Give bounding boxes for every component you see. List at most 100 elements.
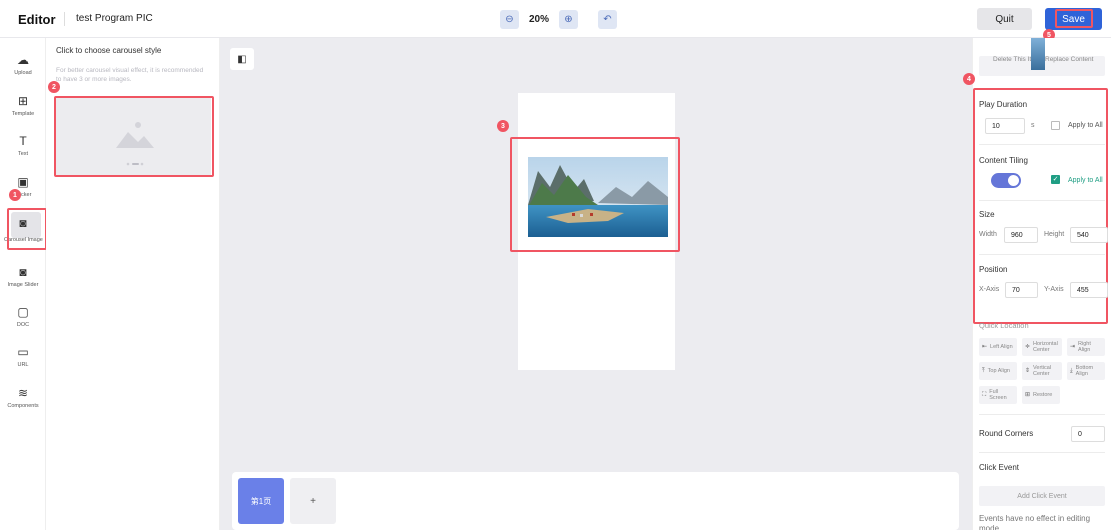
- carousel-highlight: [7, 208, 47, 250]
- annotation-badge-1: 1: [9, 189, 21, 201]
- y-axis-input[interactable]: 455: [1070, 282, 1108, 298]
- vertical-center-icon: ⇕: [1025, 368, 1031, 374]
- y-axis-label: Y-Axis: [1044, 286, 1064, 293]
- sidebar-item-label: Components: [7, 403, 39, 409]
- item-thumbnail[interactable]: [1031, 38, 1045, 70]
- annotation-badge-4: 4: [963, 73, 975, 85]
- horizontal-center-button[interactable]: ≑ Horizontal Center: [1022, 338, 1062, 356]
- sidebar-item-label: DOC: [16, 322, 30, 328]
- divider: [979, 254, 1105, 255]
- zoom-out-button[interactable]: ⊖: [500, 9, 519, 29]
- left-align-icon: ⇤: [982, 344, 988, 350]
- toggle-knob: [1008, 175, 1019, 186]
- round-corners-input[interactable]: 0: [1071, 426, 1105, 442]
- annotation-badge-2: 2: [48, 81, 60, 93]
- zoom-level: 20%: [528, 13, 549, 25]
- divider: [979, 452, 1105, 453]
- height-input[interactable]: 540: [1070, 227, 1108, 243]
- sidebar-item-template[interactable]: ⊞ Template: [0, 93, 46, 117]
- toggle-panel-button[interactable]: ◧: [230, 48, 254, 70]
- width-input[interactable]: 960: [1004, 227, 1038, 243]
- style-option-highlight: [54, 96, 214, 177]
- panel-hint: For better carousel visual effect, it is…: [56, 67, 204, 83]
- quit-button[interactable]: Quit: [977, 8, 1032, 30]
- width-label: Width: [979, 231, 997, 238]
- apply-all-duration-label: Apply to All: [1068, 122, 1103, 129]
- properties-panel: Delete This Item Replace Content Play Du…: [972, 38, 1111, 530]
- components-icon: ≋: [17, 386, 29, 400]
- carousel-style-panel: Click to choose carousel style For bette…: [46, 38, 220, 530]
- sticker-icon: ▣: [17, 175, 29, 189]
- sidebar-item-text[interactable]: T Text: [0, 133, 46, 157]
- round-corners-label: Round Corners: [979, 429, 1034, 438]
- sidebar-item-label: Upload: [14, 70, 32, 76]
- save-highlight: [1055, 9, 1093, 28]
- restore-button[interactable]: ⊞ Restore: [1022, 386, 1060, 404]
- add-page-button[interactable]: +: [290, 478, 336, 524]
- divider: [979, 144, 1105, 145]
- page-tab[interactable]: 第1页: [238, 478, 284, 524]
- add-click-event-button[interactable]: Add Click Event: [979, 486, 1105, 506]
- sidebar-item-doc[interactable]: ▢ DOC: [0, 304, 46, 328]
- image-element-highlight: [510, 137, 680, 252]
- page-strip: 第1页 +: [232, 472, 959, 530]
- vertical-center-button[interactable]: ⇕ Vertical Center: [1022, 362, 1062, 380]
- sidebar-item-components[interactable]: ≋ Components: [0, 385, 46, 409]
- project-title[interactable]: test Program PIC: [76, 13, 153, 24]
- divider: [979, 200, 1105, 201]
- right-align-button[interactable]: ⇥ Right Align: [1067, 338, 1105, 356]
- top-bar: Editor test Program PIC ⊖ 20% ⊕ ↶ Quit S…: [0, 0, 1111, 38]
- duration-unit: s: [1031, 122, 1035, 129]
- app-brand: Editor: [18, 12, 56, 27]
- play-duration-label: Play Duration: [979, 100, 1028, 109]
- top-align-icon: ⤒: [982, 368, 985, 374]
- sidebar-item-sticker[interactable]: ▣ Sticker: [0, 174, 46, 198]
- editor-canvas: ◧ 第1页 +: [220, 38, 972, 530]
- restore-icon: ⊞: [1025, 392, 1031, 398]
- sidebar-item-image-slider[interactable]: ◙ Image Slider: [0, 264, 46, 288]
- play-duration-input[interactable]: 10: [985, 118, 1025, 134]
- x-axis-label: X-Axis: [979, 286, 1000, 293]
- sidebar-item-label: Image Slider: [7, 282, 39, 288]
- zoom-in-icon: ⊕: [564, 13, 573, 25]
- quick-location-label: Quick Location: [979, 321, 1029, 330]
- replace-content-button[interactable]: Replace Content: [1045, 56, 1093, 64]
- url-icon: ▭: [17, 345, 29, 359]
- annotation-badge-3: 3: [497, 120, 509, 132]
- sidebar-item-label: Template: [11, 111, 35, 117]
- x-axis-input[interactable]: 70: [1005, 282, 1038, 298]
- position-label: Position: [979, 265, 1008, 274]
- sidebar-item-label: Sticker: [14, 192, 32, 198]
- doc-icon: ▢: [17, 305, 29, 319]
- click-event-note: Events have no effect in editing mode: [979, 514, 1091, 530]
- apply-all-tiling-checkbox[interactable]: ✓: [1051, 175, 1060, 184]
- header-divider: [64, 12, 65, 26]
- image-slider-icon: ◙: [19, 265, 27, 279]
- upload-icon: ☁: [17, 53, 29, 67]
- full-screen-button[interactable]: ⛶ Full Screen: [979, 386, 1017, 404]
- panel-toggle-icon: ◧: [237, 53, 247, 65]
- content-tiling-toggle[interactable]: [991, 173, 1021, 188]
- text-icon: T: [19, 134, 27, 148]
- panel-heading: Click to choose carousel style: [56, 46, 162, 55]
- template-icon: ⊞: [17, 94, 29, 108]
- bottom-align-button[interactable]: ⤓ Bottom Align: [1067, 362, 1105, 380]
- sidebar-item-label: URL: [17, 362, 29, 368]
- full-screen-icon: ⛶: [982, 392, 987, 398]
- left-align-button[interactable]: ⇤ Left Align: [979, 338, 1017, 356]
- apply-all-duration-checkbox[interactable]: [1051, 121, 1060, 130]
- zoom-controls: ⊖ 20% ⊕ ↶: [500, 9, 617, 29]
- height-label: Height: [1044, 231, 1065, 238]
- undo-button[interactable]: ↶: [598, 9, 617, 29]
- top-align-button[interactable]: ⤒ Top Align: [979, 362, 1017, 380]
- sidebar-item-upload[interactable]: ☁ Upload: [0, 52, 46, 76]
- undo-icon: ↶: [603, 13, 612, 25]
- sidebar-item-url[interactable]: ▭ URL: [0, 344, 46, 368]
- content-tiling-label: Content Tiling: [979, 156, 1028, 165]
- click-event-label: Click Event: [979, 463, 1020, 472]
- bottom-align-icon: ⤓: [1070, 368, 1073, 374]
- right-align-icon: ⇥: [1070, 344, 1076, 350]
- zoom-in-button[interactable]: ⊕: [559, 9, 578, 29]
- sidebar-item-label: Text: [17, 151, 29, 157]
- zoom-out-icon: ⊖: [505, 13, 514, 25]
